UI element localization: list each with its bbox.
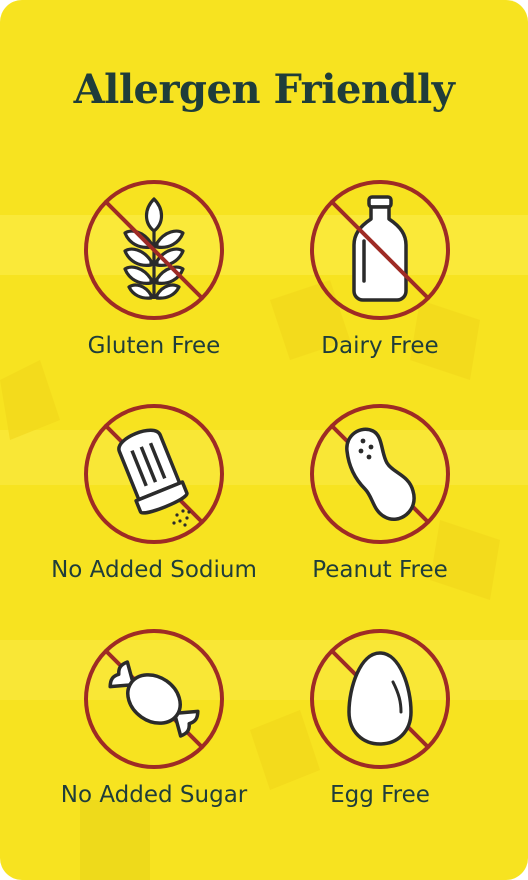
badge-label: Egg Free — [330, 782, 430, 808]
badge-label: Peanut Free — [312, 557, 448, 583]
badge-label: No Added Sodium — [51, 557, 257, 583]
badge-label: No Added Sugar — [60, 782, 248, 808]
milk-bottle-icon — [310, 180, 450, 320]
badge-no-added-sodium: No Added Sodium — [24, 401, 284, 583]
badge-dairy-free: Dairy Free — [250, 177, 510, 359]
candy-icon — [84, 629, 224, 769]
allergen-card: Allergen Friendly Gluten Free Dairy Free… — [0, 0, 528, 880]
salt-shaker-icon — [84, 404, 224, 544]
badge-no-added-sugar: No Added Sugar — [24, 626, 284, 808]
page-title: Allergen Friendly — [73, 66, 455, 113]
badge-peanut-free: Peanut Free — [250, 401, 510, 583]
badge-label: Gluten Free — [87, 333, 221, 359]
egg-icon — [310, 629, 450, 769]
wheat-icon — [84, 180, 224, 320]
badge-gluten-free: Gluten Free — [24, 177, 284, 359]
peanut-icon — [310, 404, 450, 544]
badge-label: Dairy Free — [321, 333, 439, 359]
badge-egg-free: Egg Free — [250, 626, 510, 808]
